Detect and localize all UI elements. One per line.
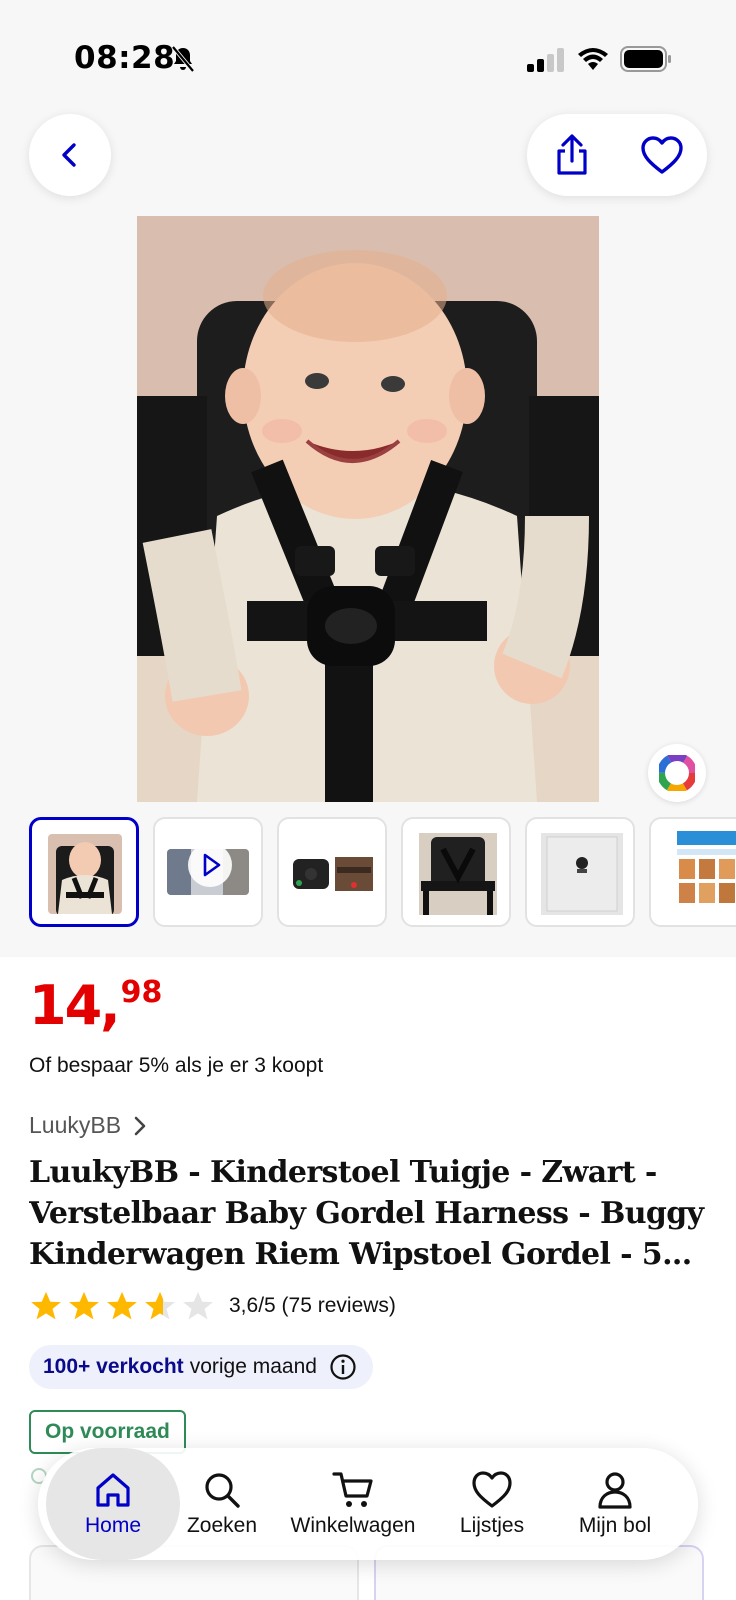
nav-account[interactable]: Mijn bol: [550, 1448, 680, 1560]
battery-icon: [620, 46, 671, 72]
thumbnail-baby-harness[interactable]: [29, 817, 139, 927]
rating-text: 3,6/5 (75 reviews): [229, 1294, 396, 1317]
nav-account-label: Mijn bol: [578, 1514, 652, 1537]
heart-icon: [641, 136, 683, 174]
signal-icon: [527, 48, 564, 72]
thumbnail-packaging[interactable]: [525, 817, 635, 927]
search-icon: [205, 1473, 240, 1508]
color-wheel-icon: [659, 755, 695, 791]
thumbnail-harness-closeup[interactable]: [277, 817, 387, 927]
bottom-navigation: Home Zoeken Winkelwagen Lijstjes Mijn bo…: [38, 1448, 698, 1560]
chevron-right-icon: [134, 1116, 146, 1135]
status-time: 08:28: [74, 40, 176, 76]
price: 14,98: [29, 974, 163, 1037]
nav-lists[interactable]: Lijstjes: [446, 1448, 538, 1560]
play-icon: [203, 853, 221, 877]
thumbnail-video[interactable]: [153, 817, 263, 927]
bell-slash-icon: [171, 45, 195, 73]
nav-home-label: Home: [84, 1514, 142, 1537]
price-separator: ,: [100, 974, 121, 1037]
seller-link[interactable]: LuukyBB: [29, 1112, 147, 1139]
star-rating: [29, 1289, 215, 1323]
price-cents: 98: [120, 975, 163, 1010]
back-button[interactable]: [29, 114, 111, 196]
cart-icon: [332, 1472, 373, 1507]
color-picker-button[interactable]: [648, 744, 706, 802]
star-half-icon: [145, 1291, 175, 1320]
share-button[interactable]: [549, 132, 595, 178]
thumbnail-high-chair[interactable]: [401, 817, 511, 927]
action-pill: [527, 114, 707, 196]
star-empty-icon: [183, 1291, 213, 1320]
rating[interactable]: 3,6/5 (75 reviews): [29, 1288, 396, 1324]
thumbnail-manual[interactable]: [649, 817, 736, 927]
star-full-icon: [69, 1291, 99, 1320]
product-title: LuukyBB - Kinderstoel Tuigje - Zwart - V…: [29, 1155, 704, 1272]
nav-search[interactable]: Zoeken: [180, 1448, 264, 1560]
seller-name: LuukyBB: [29, 1112, 122, 1138]
star-full-icon: [107, 1291, 137, 1320]
sold-period: vorige maand: [189, 1355, 317, 1378]
chevron-left-icon: [62, 143, 76, 167]
nav-cart[interactable]: Winkelwagen: [278, 1448, 428, 1560]
home-icon: [96, 1473, 130, 1507]
baby-harness-illustration: [137, 216, 599, 802]
favorite-button[interactable]: [639, 132, 685, 178]
sold-badge[interactable]: 100+ verkocht vorige maand: [29, 1345, 373, 1389]
share-icon: [557, 134, 587, 175]
star-full-icon: [31, 1291, 61, 1320]
bulk-offer-text: Of bespaar 5% als je er 3 koopt: [29, 1054, 324, 1077]
play-button[interactable]: [188, 843, 232, 887]
sold-count: 100+ verkocht: [43, 1355, 184, 1378]
nav-home[interactable]: Home: [46, 1448, 180, 1560]
user-icon: [598, 1472, 632, 1509]
product-image[interactable]: [137, 216, 599, 802]
info-icon: [330, 1354, 356, 1380]
heart-icon: [472, 1471, 512, 1508]
nav-cart-label: Winkelwagen: [290, 1514, 416, 1537]
nav-search-label: Zoeken: [186, 1514, 258, 1537]
wifi-icon: [578, 48, 608, 70]
status-bar: 08:28: [0, 0, 736, 110]
nav-lists-label: Lijstjes: [459, 1514, 525, 1537]
thumbnail-strip: [29, 817, 736, 927]
price-whole: 14: [29, 974, 102, 1037]
